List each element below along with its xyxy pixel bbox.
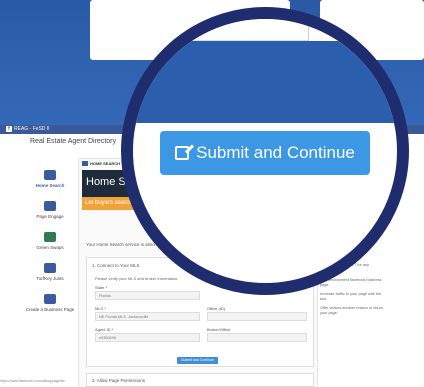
benefit-item: Increase traffic to your page with the t… — [320, 292, 382, 301]
submit-button[interactable]: Submit and Continue — [177, 357, 218, 364]
sidebar-item-label: Green Swaps — [36, 245, 64, 250]
benefit-item: to 7 for any — [350, 263, 369, 267]
facebook-icon: f — [6, 126, 12, 132]
sidebar-item-label: TurfKey Justs — [36, 276, 64, 281]
state-select[interactable]: Florida — [95, 291, 200, 300]
step-page-permissions: 2. Allow Page Permissions — [86, 373, 314, 387]
agent-id-label: Agent ID * — [95, 327, 114, 332]
zoom-banner — [133, 41, 397, 123]
step-title: 1. Connect to Your MLS — [92, 263, 140, 268]
zoom-submit-button[interactable]: Submit and Continue — [160, 131, 370, 175]
sidebar-item-label: Create a Business Page — [25, 307, 75, 312]
sidebar-item-label: Home Search — [35, 183, 65, 188]
broker-label: Broker/Office — [207, 327, 231, 332]
edit-icon — [175, 146, 190, 160]
calendar-icon — [44, 294, 56, 304]
house-icon — [44, 170, 56, 180]
office-label: Office (ID) — [207, 306, 226, 311]
mls-select[interactable]: NE Florida MLS, Jacksonville — [95, 312, 200, 321]
sidebar-item-green-swaps[interactable]: Green Swaps — [20, 232, 80, 263]
key-icon — [44, 263, 56, 273]
users-icon — [44, 201, 56, 211]
step-title: 2. Allow Page Permissions — [92, 378, 146, 383]
zoom-submit-label: Submit and Continue — [196, 143, 355, 162]
status-bar-url: https://www.facebook.com/dialog/pagetab — [0, 379, 65, 383]
sidebar-item-home-search[interactable]: Home Search — [20, 170, 80, 201]
sidebar-item-business-page[interactable]: Create a Business Page — [20, 294, 80, 325]
page-title: Real Estate Agent Directory — [30, 138, 116, 145]
leaf-icon — [44, 232, 56, 242]
broker-field[interactable] — [207, 333, 307, 342]
agent-id-field[interactable]: e0350498 — [95, 333, 200, 342]
orange-banner-text: Let buyers search — [85, 200, 133, 206]
sidebar-item-page-engage[interactable]: Page Engage — [20, 201, 80, 232]
browser-tab[interactable]: f REAG - FeSD II — [6, 126, 50, 133]
sidebar-item-label: Page Engage — [36, 214, 64, 219]
zoom-lens: Submit and Continue — [121, 7, 409, 295]
office-field[interactable] — [207, 312, 307, 321]
verify-text: Please verify your MLS and broker inform… — [95, 276, 179, 281]
sidebar: Home Search Page Engage Green Swaps Turf… — [20, 170, 80, 325]
browser-tab-label: REAG - FeSD II — [14, 126, 50, 132]
benefit-item: Offer visitors another reason to return … — [320, 306, 384, 315]
sidebar-item-turfkey[interactable]: TurfKey Justs — [20, 263, 80, 294]
mls-label: MLS * — [95, 306, 106, 311]
state-label: State * — [95, 285, 108, 290]
app-logo-text: HOME SEARCH — [90, 161, 121, 166]
app-logo: HOME SEARCH — [82, 161, 121, 167]
logo-house-icon — [82, 161, 88, 167]
intro-text: Your Home Search service is almo — [86, 242, 155, 247]
